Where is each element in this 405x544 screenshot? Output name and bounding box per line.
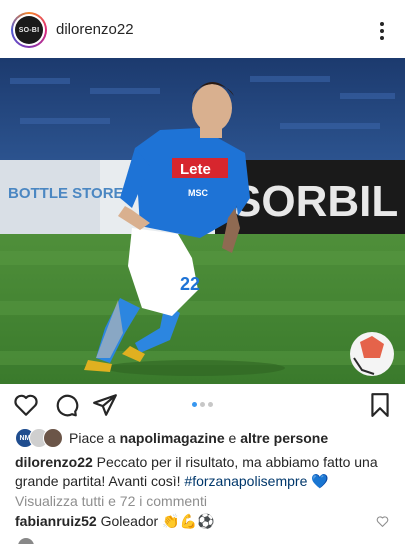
soccer-ball-icon bbox=[350, 332, 394, 376]
comment-item: fabianruiz52 Goleador 👏💪⚽ bbox=[15, 513, 214, 530]
comment-text: Goleador 👏💪⚽ bbox=[96, 513, 215, 529]
post-action-bar bbox=[0, 386, 405, 424]
view-all-comments-link[interactable]: Visualizza tutti e 72 i commenti bbox=[15, 493, 207, 509]
carousel-dot bbox=[192, 402, 197, 407]
avatar[interactable]: SO-BI bbox=[11, 12, 47, 48]
carousel-indicator bbox=[192, 402, 213, 407]
comment-heart-icon[interactable] bbox=[376, 515, 389, 528]
post-photo[interactable]: BOTTLE STORE SORBIL Lete MSC 22 bbox=[0, 58, 405, 384]
likes-prefix: Piace a bbox=[69, 430, 120, 446]
comment-username[interactable]: fabianruiz52 bbox=[15, 513, 97, 529]
caption-username[interactable]: dilorenzo22 bbox=[15, 454, 93, 470]
jersey-sponsor-text: Lete bbox=[180, 161, 211, 178]
comment-icon[interactable] bbox=[53, 392, 79, 418]
likes-summary[interactable]: NM Piace a napolimagazine e altre person… bbox=[15, 428, 328, 448]
jersey-number-text: 22 bbox=[180, 274, 200, 294]
avatar-image: SO-BI bbox=[15, 16, 43, 44]
liked-by-avatars: NM bbox=[15, 428, 65, 448]
post-photo-image: BOTTLE STORE SORBIL Lete MSC 22 bbox=[0, 58, 405, 384]
caption-emoji: 💙 bbox=[307, 473, 329, 489]
send-icon[interactable] bbox=[92, 392, 118, 418]
liker-avatar bbox=[43, 428, 63, 448]
liked-by-others[interactable]: altre persone bbox=[240, 430, 328, 446]
post-header: SO-BI dilorenzo22 bbox=[0, 0, 405, 60]
next-comment-avatar bbox=[18, 538, 34, 544]
caption-hashtag[interactable]: #forzanapolisempre bbox=[184, 473, 307, 489]
liked-by-user[interactable]: napolimagazine bbox=[120, 430, 225, 446]
post-caption: dilorenzo22 Peccato per il risultato, ma… bbox=[15, 453, 395, 491]
likes-middle: e bbox=[224, 430, 241, 446]
carousel-dot bbox=[208, 402, 213, 407]
carousel-dot bbox=[200, 402, 205, 407]
likes-text: Piace a napolimagazine e altre persone bbox=[69, 430, 328, 446]
more-vertical-icon[interactable] bbox=[379, 22, 385, 40]
jersey-sub-text: MSC bbox=[188, 188, 209, 198]
banner-left-text: BOTTLE STORE bbox=[8, 185, 124, 202]
banner-right-text: SORBIL bbox=[232, 177, 398, 226]
bookmark-icon[interactable] bbox=[367, 392, 393, 418]
heart-icon[interactable] bbox=[13, 392, 39, 418]
post-username[interactable]: dilorenzo22 bbox=[56, 21, 134, 38]
